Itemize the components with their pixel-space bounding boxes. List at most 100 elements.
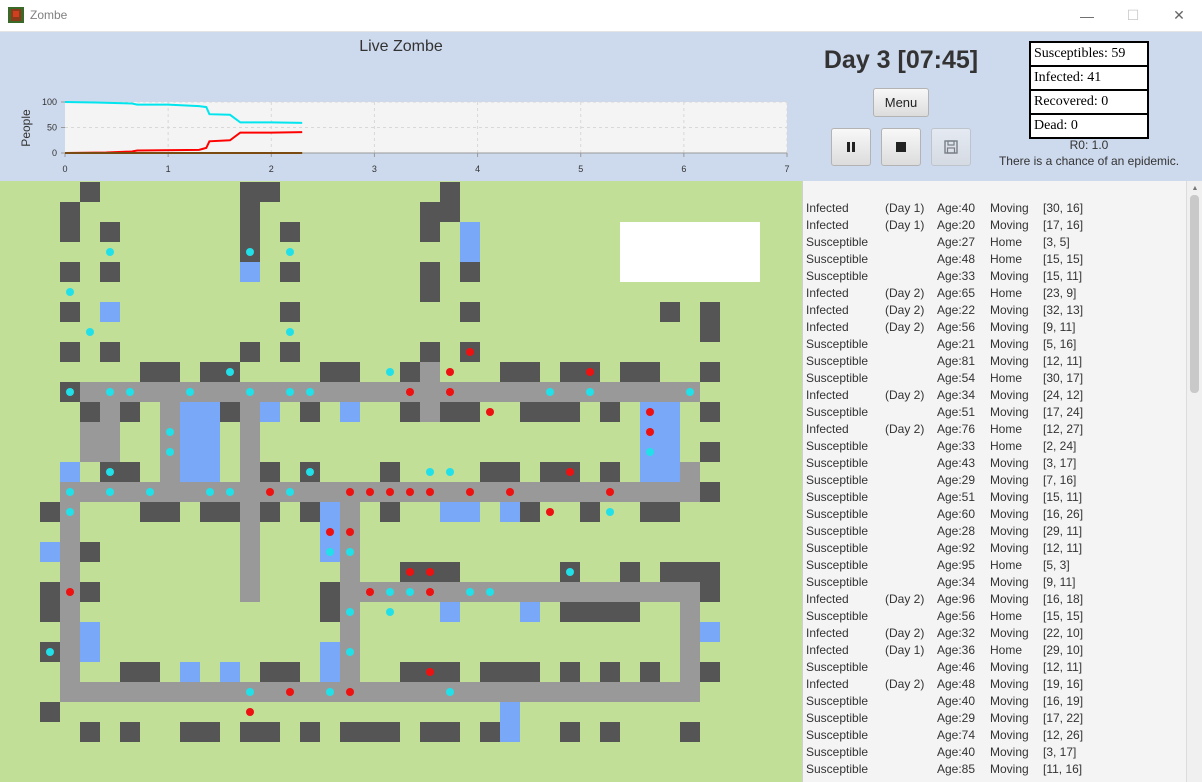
infected-person-dot[interactable] <box>406 388 414 396</box>
person-row[interactable]: Susceptible Age:48 Home [15, 15] <box>803 252 1187 269</box>
infected-person-dot[interactable] <box>346 488 354 496</box>
person-row[interactable]: Infected (Day 2) Age:76 Home [12, 27] <box>803 422 1187 439</box>
infected-person-dot[interactable] <box>326 528 334 536</box>
person-row[interactable]: Susceptible Age:34 Moving [9, 11] <box>803 575 1187 592</box>
person-row[interactable]: Susceptible Age:92 Moving [12, 11] <box>803 541 1187 558</box>
infected-person-dot[interactable] <box>286 688 294 696</box>
susceptible-person-dot[interactable] <box>606 508 614 516</box>
susceptible-person-dot[interactable] <box>66 488 74 496</box>
infected-person-dot[interactable] <box>566 468 574 476</box>
person-row[interactable]: Infected (Day 2) Age:32 Moving [22, 10] <box>803 626 1187 643</box>
person-row[interactable]: Susceptible Age:40 Moving [16, 19] <box>803 694 1187 711</box>
person-row[interactable]: Infected (Day 2) Age:65 Home [23, 9] <box>803 286 1187 303</box>
person-row[interactable]: Susceptible Age:27 Home [3, 5] <box>803 235 1187 252</box>
infected-person-dot[interactable] <box>346 688 354 696</box>
susceptible-person-dot[interactable] <box>346 648 354 656</box>
city-map[interactable] <box>0 181 802 782</box>
susceptible-person-dot[interactable] <box>246 248 254 256</box>
susceptible-person-dot[interactable] <box>426 468 434 476</box>
infected-person-dot[interactable] <box>426 588 434 596</box>
close-button[interactable]: ✕ <box>1156 0 1202 31</box>
person-row[interactable]: Susceptible Age:40 Moving [3, 17] <box>803 745 1187 762</box>
maximize-button[interactable]: ☐ <box>1110 0 1156 31</box>
person-row[interactable]: Susceptible Age:81 Moving [12, 11] <box>803 354 1187 371</box>
infected-person-dot[interactable] <box>266 488 274 496</box>
infected-person-dot[interactable] <box>606 488 614 496</box>
susceptible-person-dot[interactable] <box>346 548 354 556</box>
susceptible-person-dot[interactable] <box>146 488 154 496</box>
person-row[interactable]: Susceptible Age:51 Moving [15, 11] <box>803 490 1187 507</box>
person-row[interactable]: Susceptible Age:28 Moving [29, 11] <box>803 524 1187 541</box>
susceptible-person-dot[interactable] <box>386 588 394 596</box>
susceptible-person-dot[interactable] <box>486 588 494 596</box>
person-row[interactable]: Susceptible Age:85 Moving [11, 16] <box>803 762 1187 779</box>
susceptible-person-dot[interactable] <box>106 248 114 256</box>
susceptible-person-dot[interactable] <box>326 688 334 696</box>
person-row[interactable]: Susceptible Age:33 Home [2, 24] <box>803 439 1187 456</box>
person-row[interactable]: Infected (Day 2) Age:34 Moving [24, 12] <box>803 388 1187 405</box>
infected-person-dot[interactable] <box>446 368 454 376</box>
person-row[interactable]: Susceptible Age:29 Moving [7, 16] <box>803 473 1187 490</box>
infected-person-dot[interactable] <box>446 388 454 396</box>
susceptible-person-dot[interactable] <box>166 428 174 436</box>
susceptible-person-dot[interactable] <box>226 488 234 496</box>
susceptible-person-dot[interactable] <box>326 548 334 556</box>
susceptible-person-dot[interactable] <box>446 688 454 696</box>
person-row[interactable]: Susceptible Age:46 Moving [12, 11] <box>803 660 1187 677</box>
person-row[interactable]: Infected (Day 1) Age:40 Moving [30, 16] <box>803 201 1187 218</box>
person-row[interactable]: Susceptible Age:56 Home [15, 15] <box>803 609 1187 626</box>
infected-person-dot[interactable] <box>506 488 514 496</box>
susceptible-person-dot[interactable] <box>166 448 174 456</box>
infected-person-dot[interactable] <box>66 588 74 596</box>
infected-person-dot[interactable] <box>406 488 414 496</box>
susceptible-person-dot[interactable] <box>106 388 114 396</box>
susceptible-person-dot[interactable] <box>106 488 114 496</box>
infected-person-dot[interactable] <box>366 588 374 596</box>
susceptible-person-dot[interactable] <box>66 388 74 396</box>
save-button[interactable] <box>931 128 971 166</box>
susceptible-person-dot[interactable] <box>406 588 414 596</box>
people-list-scrollbar[interactable]: ▲ <box>1186 181 1202 782</box>
infected-person-dot[interactable] <box>426 568 434 576</box>
person-row[interactable]: Infected (Day 2) Age:56 Moving [9, 11] <box>803 320 1187 337</box>
susceptible-person-dot[interactable] <box>466 588 474 596</box>
infected-person-dot[interactable] <box>466 348 474 356</box>
person-row[interactable]: Susceptible Age:33 Moving [15, 11] <box>803 269 1187 286</box>
susceptible-person-dot[interactable] <box>46 648 54 656</box>
infected-person-dot[interactable] <box>346 528 354 536</box>
susceptible-person-dot[interactable] <box>186 388 194 396</box>
person-row[interactable]: Susceptible Age:21 Moving [5, 16] <box>803 337 1187 354</box>
susceptible-person-dot[interactable] <box>246 688 254 696</box>
susceptible-person-dot[interactable] <box>226 368 234 376</box>
susceptible-person-dot[interactable] <box>106 468 114 476</box>
person-row[interactable]: Susceptible Age:43 Moving [3, 17] <box>803 456 1187 473</box>
scroll-up-icon[interactable]: ▲ <box>1187 181 1202 195</box>
infected-person-dot[interactable] <box>386 488 394 496</box>
infected-person-dot[interactable] <box>546 508 554 516</box>
susceptible-person-dot[interactable] <box>306 468 314 476</box>
person-row[interactable]: Infected (Day 2) Age:48 Moving [19, 16] <box>803 677 1187 694</box>
person-row[interactable]: Infected (Day 2) Age:22 Moving [32, 13] <box>803 303 1187 320</box>
susceptible-person-dot[interactable] <box>586 388 594 396</box>
susceptible-person-dot[interactable] <box>386 608 394 616</box>
infected-person-dot[interactable] <box>646 428 654 436</box>
susceptible-person-dot[interactable] <box>306 388 314 396</box>
susceptible-person-dot[interactable] <box>446 468 454 476</box>
susceptible-person-dot[interactable] <box>546 388 554 396</box>
susceptible-person-dot[interactable] <box>86 328 94 336</box>
susceptible-person-dot[interactable] <box>126 388 134 396</box>
susceptible-person-dot[interactable] <box>66 508 74 516</box>
person-row[interactable]: Infected (Day 2) Age:96 Moving [16, 18] <box>803 592 1187 609</box>
susceptible-person-dot[interactable] <box>646 448 654 456</box>
person-row[interactable]: Susceptible Age:60 Moving [16, 26] <box>803 507 1187 524</box>
susceptible-person-dot[interactable] <box>686 388 694 396</box>
person-row[interactable]: Infected (Day 1) Age:36 Home [29, 10] <box>803 643 1187 660</box>
susceptible-person-dot[interactable] <box>286 248 294 256</box>
person-row[interactable]: Susceptible Age:54 Home [30, 17] <box>803 371 1187 388</box>
stop-button[interactable] <box>881 128 921 166</box>
person-row[interactable]: Susceptible Age:74 Moving [12, 26] <box>803 728 1187 745</box>
susceptible-person-dot[interactable] <box>286 488 294 496</box>
susceptible-person-dot[interactable] <box>386 368 394 376</box>
pause-button[interactable] <box>831 128 871 166</box>
person-row[interactable]: Susceptible Age:95 Home [5, 3] <box>803 558 1187 575</box>
